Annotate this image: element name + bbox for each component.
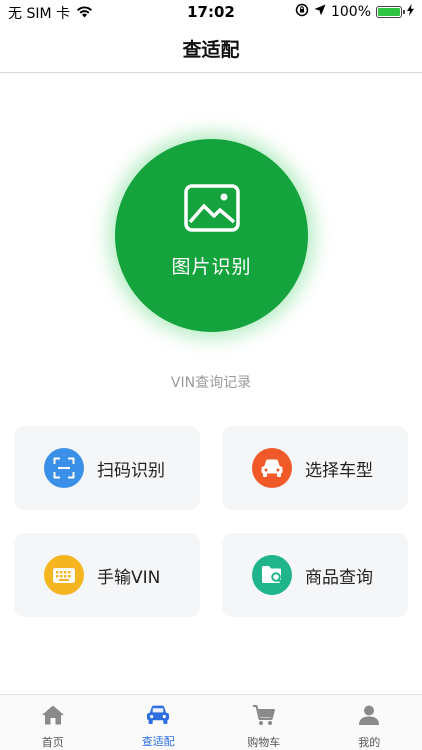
orientation-lock-icon (295, 3, 309, 21)
folder-search-icon (252, 555, 292, 595)
person-icon (358, 704, 380, 730)
image-recognition-button[interactable]: 图片识别 (115, 139, 308, 332)
manual-vin-card[interactable]: 手输VIN (14, 533, 200, 617)
battery-percent: 100% (330, 4, 371, 20)
select-model-label: 选择车型 (305, 460, 373, 481)
image-recognition-label: 图片识别 (171, 256, 252, 278)
tab-profile[interactable]: 我的 (317, 695, 422, 750)
page-title: 查适配 (182, 38, 240, 61)
location-arrow-icon (314, 4, 326, 20)
scan-code-label: 扫码识别 (97, 460, 165, 481)
image-icon (183, 184, 240, 236)
battery-fill (378, 8, 400, 16)
tab-home-label: 首页 (41, 736, 64, 749)
status-bar: 无 SIM 卡 17:02 100% (0, 0, 422, 24)
manual-vin-label: 手输VIN (97, 567, 161, 588)
status-right: 100% (295, 3, 414, 21)
product-search-label: 商品查询 (305, 567, 373, 588)
cart-icon (252, 704, 276, 730)
tab-fitment-label: 查适配 (141, 735, 175, 748)
tab-fitment[interactable]: 查适配 (106, 695, 212, 750)
scan-code-card[interactable]: 扫码识别 (14, 426, 200, 510)
tab-cart-label: 购物车 (247, 736, 281, 749)
car-icon (145, 704, 171, 729)
nav-bar: 查适配 (0, 24, 422, 73)
vin-history-link[interactable]: VIN查询记录 (0, 372, 422, 392)
battery-icon (376, 6, 405, 18)
tab-cart[interactable]: 购物车 (211, 695, 317, 750)
tab-home[interactable]: 首页 (0, 695, 106, 750)
product-search-card[interactable]: 商品查询 (222, 533, 408, 617)
select-model-card[interactable]: 选择车型 (222, 426, 408, 510)
keyboard-icon (44, 555, 84, 595)
tab-profile-label: 我的 (358, 736, 381, 749)
tab-bar: 首页 查适配 购物车 我的 (0, 694, 422, 750)
charging-bolt-icon (407, 4, 414, 20)
car-icon (252, 448, 292, 488)
scan-icon (44, 448, 84, 488)
home-icon (41, 704, 65, 730)
